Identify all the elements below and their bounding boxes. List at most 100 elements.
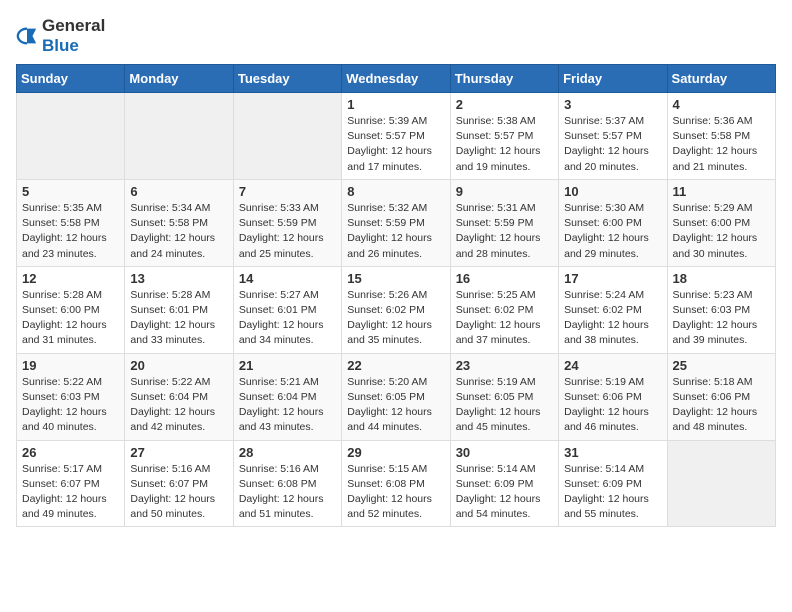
logo-icon (16, 25, 38, 47)
day-info: Sunrise: 5:22 AM Sunset: 6:04 PM Dayligh… (130, 375, 227, 436)
day-number: 31 (564, 445, 661, 460)
calendar-cell: 13 Sunrise: 5:28 AM Sunset: 6:01 PM Dayli… (125, 266, 233, 353)
day-number: 29 (347, 445, 444, 460)
day-number: 27 (130, 445, 227, 460)
day-info: Sunrise: 5:18 AM Sunset: 6:06 PM Dayligh… (673, 375, 770, 436)
calendar-cell: 11Sunrise: 5:29 AM Sunset: 6:00 PM Dayli… (667, 179, 775, 266)
day-info: Sunrise: 5:20 AM Sunset: 6:05 PM Dayligh… (347, 375, 444, 436)
day-number: 5 (22, 184, 119, 199)
day-info: Sunrise: 5:32 AM Sunset: 5:59 PM Dayligh… (347, 201, 444, 262)
day-info: Sunrise: 5:30 AM Sunset: 6:00 PM Dayligh… (564, 201, 661, 262)
calendar: SundayMondayTuesdayWednesdayThursdayFrid… (16, 64, 776, 527)
calendar-cell: 17 Sunrise: 5:24 AM Sunset: 6:02 PM Dayli… (559, 266, 667, 353)
calendar-cell: 23 Sunrise: 5:19 AM Sunset: 6:05 PM Dayli… (450, 353, 558, 440)
calendar-cell: 28 Sunrise: 5:16 AM Sunset: 6:08 PM Dayli… (233, 440, 341, 527)
day-number: 1 (347, 97, 444, 112)
week-row-5: 26Sunrise: 5:17 AM Sunset: 6:07 PM Dayli… (17, 440, 776, 527)
day-number: 28 (239, 445, 336, 460)
calendar-cell: 22 Sunrise: 5:20 AM Sunset: 6:05 PM Dayli… (342, 353, 450, 440)
week-row-3: 12 Sunrise: 5:28 AM Sunset: 6:00 PM Dayli… (17, 266, 776, 353)
day-info: Sunrise: 5:29 AM Sunset: 6:00 PM Dayligh… (673, 201, 770, 262)
day-info: Sunrise: 5:38 AM Sunset: 5:57 PM Dayligh… (456, 114, 553, 175)
weekday-header-saturday: Saturday (667, 65, 775, 93)
calendar-cell: 5 Sunrise: 5:35 AM Sunset: 5:58 PM Daylig… (17, 179, 125, 266)
calendar-cell: 6Sunrise: 5:34 AM Sunset: 5:58 PM Daylig… (125, 179, 233, 266)
day-number: 26 (22, 445, 119, 460)
weekday-header-row: SundayMondayTuesdayWednesdayThursdayFrid… (17, 65, 776, 93)
day-info: Sunrise: 5:14 AM Sunset: 6:09 PM Dayligh… (564, 462, 661, 523)
day-number: 20 (130, 358, 227, 373)
day-number: 4 (673, 97, 770, 112)
day-info: Sunrise: 5:19 AM Sunset: 6:05 PM Dayligh… (456, 375, 553, 436)
calendar-cell: 7 Sunrise: 5:33 AM Sunset: 5:59 PM Daylig… (233, 179, 341, 266)
calendar-cell: 30 Sunrise: 5:14 AM Sunset: 6:09 PM Dayli… (450, 440, 558, 527)
day-info: Sunrise: 5:26 AM Sunset: 6:02 PM Dayligh… (347, 288, 444, 349)
day-info: Sunrise: 5:39 AM Sunset: 5:57 PM Dayligh… (347, 114, 444, 175)
weekday-header-tuesday: Tuesday (233, 65, 341, 93)
calendar-cell: 29 Sunrise: 5:15 AM Sunset: 6:08 PM Dayli… (342, 440, 450, 527)
calendar-cell: 16Sunrise: 5:25 AM Sunset: 6:02 PM Dayli… (450, 266, 558, 353)
day-number: 24 (564, 358, 661, 373)
day-info: Sunrise: 5:28 AM Sunset: 6:01 PM Dayligh… (130, 288, 227, 349)
calendar-cell: 3 Sunrise: 5:37 AM Sunset: 5:57 PM Daylig… (559, 93, 667, 180)
day-number: 21 (239, 358, 336, 373)
day-number: 17 (564, 271, 661, 286)
day-info: Sunrise: 5:23 AM Sunset: 6:03 PM Dayligh… (673, 288, 770, 349)
calendar-cell (667, 440, 775, 527)
day-number: 10 (564, 184, 661, 199)
calendar-cell: 8 Sunrise: 5:32 AM Sunset: 5:59 PM Daylig… (342, 179, 450, 266)
calendar-cell: 26Sunrise: 5:17 AM Sunset: 6:07 PM Dayli… (17, 440, 125, 527)
calendar-cell: 14Sunrise: 5:27 AM Sunset: 6:01 PM Dayli… (233, 266, 341, 353)
day-info: Sunrise: 5:27 AM Sunset: 6:01 PM Dayligh… (239, 288, 336, 349)
header: General Blue (16, 16, 776, 56)
calendar-cell: 10 Sunrise: 5:30 AM Sunset: 6:00 PM Dayli… (559, 179, 667, 266)
day-info: Sunrise: 5:33 AM Sunset: 5:59 PM Dayligh… (239, 201, 336, 262)
day-info: Sunrise: 5:28 AM Sunset: 6:00 PM Dayligh… (22, 288, 119, 349)
day-number: 9 (456, 184, 553, 199)
weekday-header-monday: Monday (125, 65, 233, 93)
day-number: 2 (456, 97, 553, 112)
calendar-cell (125, 93, 233, 180)
calendar-cell: 21 Sunrise: 5:21 AM Sunset: 6:04 PM Dayli… (233, 353, 341, 440)
day-number: 8 (347, 184, 444, 199)
calendar-cell: 25 Sunrise: 5:18 AM Sunset: 6:06 PM Dayli… (667, 353, 775, 440)
day-number: 12 (22, 271, 119, 286)
day-number: 6 (130, 184, 227, 199)
day-number: 19 (22, 358, 119, 373)
day-number: 22 (347, 358, 444, 373)
day-info: Sunrise: 5:22 AM Sunset: 6:03 PM Dayligh… (22, 375, 119, 436)
day-number: 13 (130, 271, 227, 286)
day-number: 30 (456, 445, 553, 460)
calendar-cell: 4Sunrise: 5:36 AM Sunset: 5:58 PM Daylig… (667, 93, 775, 180)
calendar-cell: 1 Sunrise: 5:39 AM Sunset: 5:57 PM Daylig… (342, 93, 450, 180)
weekday-header-wednesday: Wednesday (342, 65, 450, 93)
day-info: Sunrise: 5:15 AM Sunset: 6:08 PM Dayligh… (347, 462, 444, 523)
calendar-cell: 24 Sunrise: 5:19 AM Sunset: 6:06 PM Dayli… (559, 353, 667, 440)
logo-blue: Blue (42, 36, 79, 55)
weekday-header-sunday: Sunday (17, 65, 125, 93)
day-info: Sunrise: 5:16 AM Sunset: 6:08 PM Dayligh… (239, 462, 336, 523)
day-info: Sunrise: 5:24 AM Sunset: 6:02 PM Dayligh… (564, 288, 661, 349)
day-number: 7 (239, 184, 336, 199)
calendar-cell (17, 93, 125, 180)
day-info: Sunrise: 5:19 AM Sunset: 6:06 PM Dayligh… (564, 375, 661, 436)
day-number: 25 (673, 358, 770, 373)
day-info: Sunrise: 5:21 AM Sunset: 6:04 PM Dayligh… (239, 375, 336, 436)
calendar-cell: 15Sunrise: 5:26 AM Sunset: 6:02 PM Dayli… (342, 266, 450, 353)
day-info: Sunrise: 5:35 AM Sunset: 5:58 PM Dayligh… (22, 201, 119, 262)
logo: General Blue (16, 16, 105, 56)
day-info: Sunrise: 5:37 AM Sunset: 5:57 PM Dayligh… (564, 114, 661, 175)
day-info: Sunrise: 5:14 AM Sunset: 6:09 PM Dayligh… (456, 462, 553, 523)
calendar-cell: 19 Sunrise: 5:22 AM Sunset: 6:03 PM Dayli… (17, 353, 125, 440)
calendar-cell: 12 Sunrise: 5:28 AM Sunset: 6:00 PM Dayli… (17, 266, 125, 353)
day-number: 16 (456, 271, 553, 286)
calendar-cell: 20 Sunrise: 5:22 AM Sunset: 6:04 PM Dayli… (125, 353, 233, 440)
day-number: 3 (564, 97, 661, 112)
weekday-header-thursday: Thursday (450, 65, 558, 93)
day-number: 23 (456, 358, 553, 373)
logo-general: General (42, 16, 105, 35)
calendar-cell: 27Sunrise: 5:16 AM Sunset: 6:07 PM Dayli… (125, 440, 233, 527)
calendar-cell (233, 93, 341, 180)
calendar-cell: 18Sunrise: 5:23 AM Sunset: 6:03 PM Dayli… (667, 266, 775, 353)
day-info: Sunrise: 5:31 AM Sunset: 5:59 PM Dayligh… (456, 201, 553, 262)
